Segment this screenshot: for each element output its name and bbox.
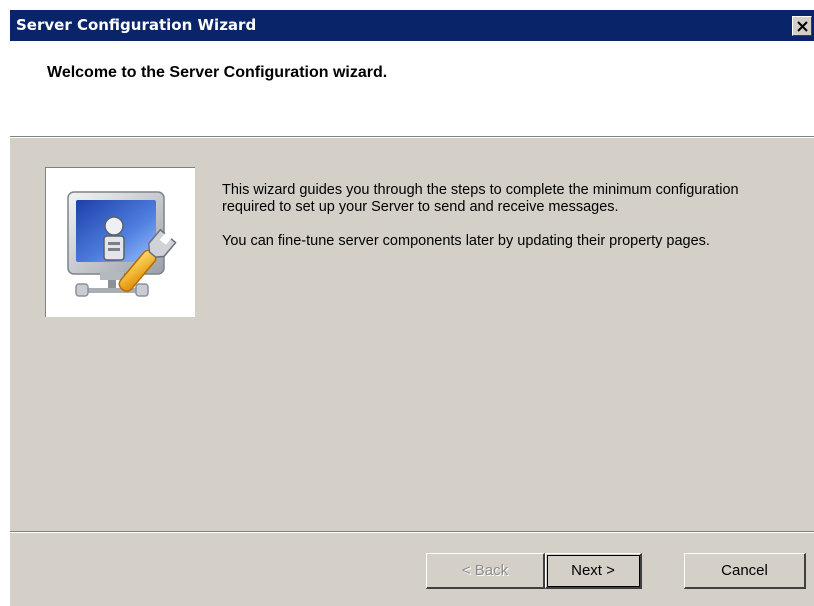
wizard-description: This wizard guides you through the steps… xyxy=(222,182,762,267)
cancel-button[interactable]: Cancel xyxy=(684,553,806,589)
description-paragraph-2: You can fine-tune server components late… xyxy=(222,233,710,249)
server-wrench-icon xyxy=(67,191,177,297)
wizard-image-panel xyxy=(45,167,195,317)
close-icon xyxy=(796,20,808,32)
header-divider-highlight xyxy=(10,137,814,138)
close-button[interactable] xyxy=(792,16,812,36)
wizard-header: Welcome to the Server Configuration wiza… xyxy=(10,41,814,136)
description-paragraph-1: This wizard guides you through the steps… xyxy=(222,182,739,215)
next-button[interactable]: Next > xyxy=(545,553,642,589)
page-title: Welcome to the Server Configuration wiza… xyxy=(47,64,388,81)
footer-divider-highlight xyxy=(10,532,814,533)
back-button[interactable]: < Back xyxy=(426,553,545,589)
title-bar[interactable]: Server Configuration Wizard xyxy=(10,10,814,41)
wizard-window: Server Configuration Wizard Welcome to t… xyxy=(10,10,814,606)
window-title: Server Configuration Wizard xyxy=(16,16,257,34)
